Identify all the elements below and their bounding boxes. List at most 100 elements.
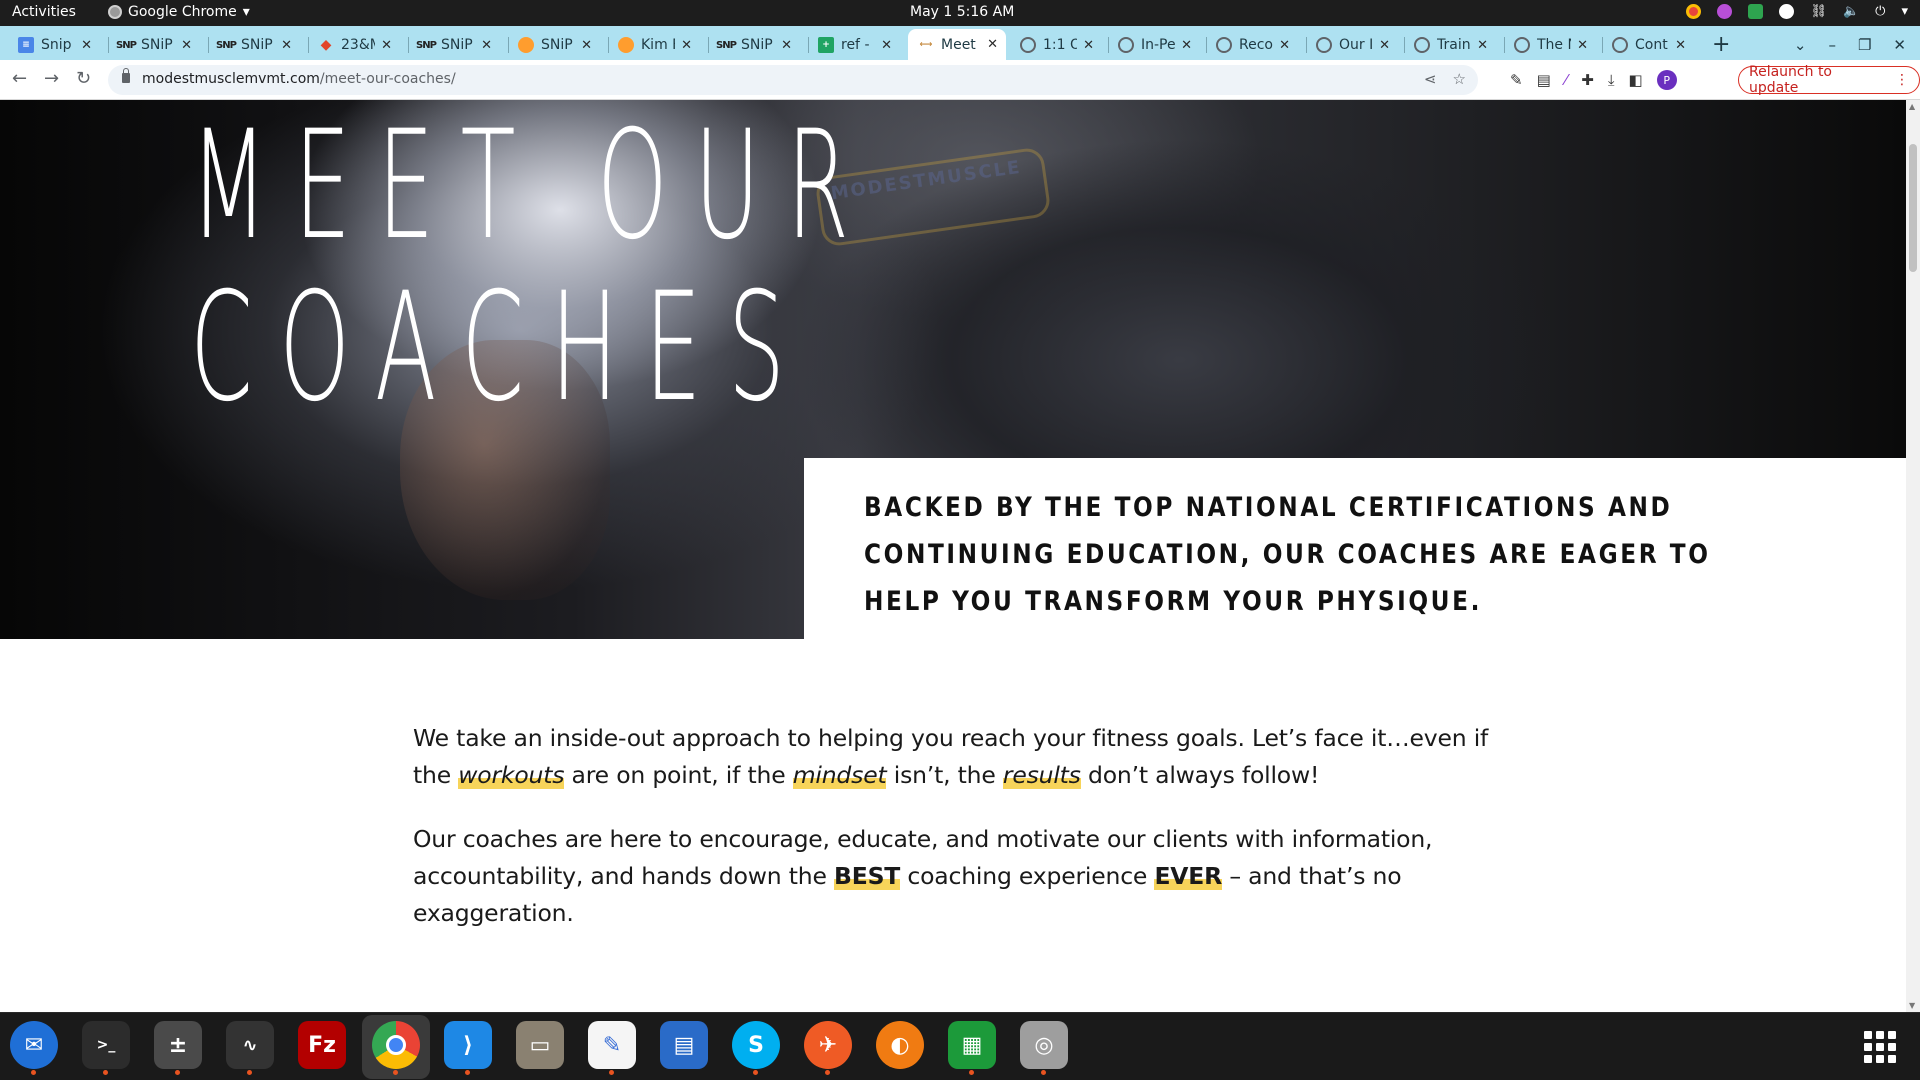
tab-12[interactable]: Reco ✕: [1206, 31, 1298, 59]
terminal-icon[interactable]: >_: [82, 1021, 130, 1075]
thunderbird-icon[interactable]: ✉: [10, 1021, 58, 1075]
system-monitor-icon[interactable]: ∿: [226, 1021, 274, 1075]
scroll-up-icon[interactable]: ▲: [1909, 102, 1915, 111]
filezilla-icon[interactable]: Fz: [298, 1021, 346, 1069]
tab-2[interactable]: SNP SNiP ✕: [208, 31, 300, 59]
reload-icon[interactable]: ↻: [76, 68, 91, 89]
tab-title: ref -: [841, 37, 870, 53]
tab-search-chevron-icon[interactable]: ⌄: [1794, 36, 1807, 54]
url-text[interactable]: modestmusclemvmt.com/meet-our-coaches/: [142, 71, 456, 87]
update-tray-icon[interactable]: [1748, 4, 1764, 19]
share-icon[interactable]: ⋖: [1424, 70, 1437, 88]
tab-5[interactable]: SNiP ✕: [508, 31, 600, 59]
close-icon[interactable]: ✕: [1675, 38, 1686, 53]
chrome-tray-icon[interactable]: [1686, 4, 1702, 19]
chrome-icon[interactable]: [372, 1021, 420, 1075]
scrollbar-thumb[interactable]: [1909, 144, 1917, 272]
network-icon[interactable]: ⛓: [1810, 4, 1827, 19]
close-icon[interactable]: ✕: [681, 38, 692, 53]
tab-13[interactable]: Our I ✕: [1306, 31, 1398, 59]
running-dot: [31, 1070, 36, 1075]
address-bar[interactable]: modestmusclemvmt.com/meet-our-coaches/ ⋖…: [108, 65, 1478, 95]
calendar-extension-icon[interactable]: ▤: [1537, 71, 1551, 89]
calculator-icon[interactable]: ±: [154, 1021, 202, 1075]
tab-title: SNiP: [541, 37, 573, 53]
text-editor-icon[interactable]: ✎: [588, 1021, 636, 1075]
blender-icon[interactable]: ◐: [876, 1021, 924, 1069]
running-dot: [825, 1070, 830, 1075]
writer-icon[interactable]: ▤: [660, 1021, 708, 1069]
pen-extension-icon[interactable]: ⁄: [1565, 71, 1568, 89]
forward-arrow-icon[interactable]: →: [44, 68, 59, 89]
close-icon[interactable]: ✕: [987, 37, 998, 52]
show-applications-icon[interactable]: [1864, 1031, 1896, 1063]
download-icon[interactable]: ⤓: [1608, 71, 1615, 89]
close-icon[interactable]: ✕: [881, 38, 892, 53]
relaunch-to-update-button[interactable]: Relaunch to update ⋮: [1738, 64, 1920, 96]
activities-button[interactable]: Activities: [12, 4, 76, 20]
close-icon[interactable]: ✕: [1181, 38, 1192, 53]
eyedropper-icon[interactable]: ✎: [1510, 71, 1523, 89]
tab-15[interactable]: The N ✕: [1504, 31, 1596, 59]
tab-6[interactable]: Kim F ✕: [608, 31, 700, 59]
tab-8[interactable]: + ref - ✕: [808, 31, 900, 59]
close-icon[interactable]: ✕: [581, 38, 592, 53]
calc-spreadsheet-icon[interactable]: ▦: [948, 1021, 996, 1075]
system-tray[interactable]: ⛓ 🔈 ⏻ ▾: [1686, 4, 1908, 19]
close-icon[interactable]: ✕: [281, 38, 292, 53]
files-icon[interactable]: ▭: [516, 1021, 564, 1069]
text-run: isn’t, the: [886, 761, 1003, 789]
close-icon[interactable]: ✕: [1477, 38, 1488, 53]
skype-icon[interactable]: S: [732, 1021, 780, 1075]
page-title-line1: MEET OUR: [190, 100, 876, 273]
tab-7[interactable]: SNP SNiP ✕: [708, 31, 800, 59]
close-window-icon[interactable]: ✕: [1893, 36, 1906, 54]
app-menu[interactable]: Google Chrome ▾: [108, 4, 250, 20]
vscode-icon[interactable]: ⟩: [444, 1021, 492, 1075]
close-icon[interactable]: ✕: [1083, 38, 1094, 53]
postman-icon[interactable]: ✈: [804, 1021, 852, 1075]
text-run: are on point, if the: [564, 761, 793, 789]
intro-paragraph-1: We take an inside-out approach to helpin…: [413, 720, 1493, 794]
tray-app-icon[interactable]: [1717, 4, 1733, 19]
profile-avatar[interactable]: P: [1656, 70, 1677, 90]
close-icon[interactable]: ✕: [1379, 38, 1390, 53]
tab-0[interactable]: ≡ Snip ✕: [8, 31, 100, 59]
running-dot: [969, 1070, 974, 1075]
scroll-down-icon[interactable]: ▼: [1909, 1001, 1915, 1010]
disks-icon[interactable]: ◎: [1020, 1021, 1068, 1075]
back-arrow-icon[interactable]: ←: [12, 68, 27, 89]
close-icon[interactable]: ✕: [1577, 38, 1588, 53]
restore-icon[interactable]: ❐: [1858, 36, 1871, 54]
browser-toolbar: ← → ↻ modestmusclemvmt.com/meet-our-coac…: [0, 60, 1920, 100]
close-icon[interactable]: ✕: [481, 38, 492, 53]
close-icon[interactable]: ✕: [381, 38, 392, 53]
tab-title: Snip: [41, 37, 72, 53]
close-icon[interactable]: ✕: [1279, 38, 1290, 53]
tab-title: Train: [1437, 37, 1471, 53]
tab-10[interactable]: 1:1 O ✕: [1010, 31, 1102, 59]
bookmark-star-icon[interactable]: ☆: [1453, 70, 1466, 88]
tray-x-icon[interactable]: [1779, 4, 1795, 19]
page-scrollbar[interactable]: ▲ ▼: [1906, 100, 1920, 1012]
tab-11[interactable]: In-Pe ✕: [1108, 31, 1200, 59]
tab-14[interactable]: Train ✕: [1404, 31, 1496, 59]
lock-icon[interactable]: [122, 68, 130, 83]
minimize-icon[interactable]: –: [1828, 36, 1836, 54]
puzzle-extensions-icon[interactable]: ✚: [1581, 71, 1594, 89]
tab-16[interactable]: Cont ✕: [1602, 31, 1694, 59]
side-panel-icon[interactable]: ◧: [1629, 71, 1643, 89]
volume-icon[interactable]: 🔈: [1843, 4, 1859, 19]
tab-3[interactable]: ◆ 23&M ✕: [308, 31, 400, 59]
clock[interactable]: May 1 5:16 AM: [910, 4, 1014, 20]
new-tab-plus-icon[interactable]: +: [1712, 32, 1730, 57]
tab-4[interactable]: SNP SNiP ✕: [408, 31, 500, 59]
power-icon[interactable]: ⏻: [1875, 4, 1885, 19]
close-icon[interactable]: ✕: [181, 38, 192, 53]
close-icon[interactable]: ✕: [781, 38, 792, 53]
tab-title: SNiP: [441, 37, 473, 53]
close-icon[interactable]: ✕: [81, 38, 92, 53]
tab-9-active[interactable]: ⟷ Meet ✕: [908, 29, 1006, 60]
tab-1[interactable]: SNP SNiP ✕: [108, 31, 200, 59]
highlight-best: BEST: [834, 862, 901, 890]
